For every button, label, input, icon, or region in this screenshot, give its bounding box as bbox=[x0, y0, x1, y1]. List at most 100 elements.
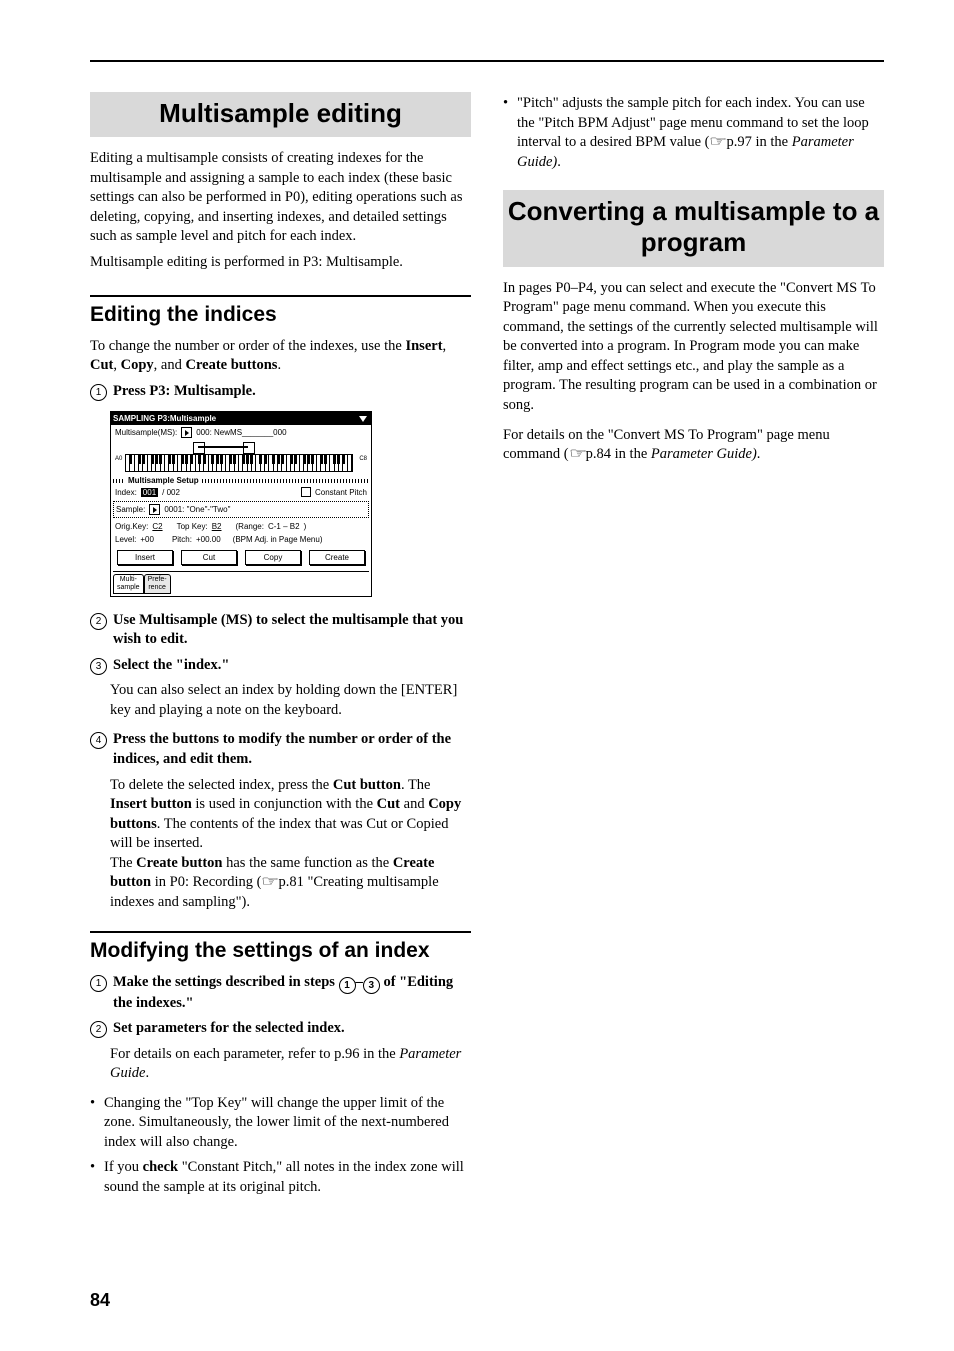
create-button[interactable]: Create bbox=[309, 550, 365, 565]
decoration bbox=[202, 479, 369, 483]
convert-p1: In pages P0–P4, you can select and execu… bbox=[503, 279, 884, 416]
copy-button[interactable]: Copy bbox=[245, 550, 301, 565]
ss-ms-row: Multisample(MS): 000: NewMS_______000 bbox=[111, 425, 371, 440]
crossref-icon: ☞ bbox=[709, 133, 727, 153]
page: Multisample editing Editing a multisampl… bbox=[0, 0, 954, 1351]
text: . bbox=[277, 357, 281, 373]
t: The bbox=[110, 855, 136, 871]
bullet-pitch: "Pitch" adjusts the sample pitch for eac… bbox=[503, 94, 884, 172]
ss-titlebar: SAMPLING P3:Multisample bbox=[111, 412, 371, 425]
index-value[interactable]: 001 bbox=[141, 488, 158, 497]
stepb-2-body: For details on each parameter, refer to … bbox=[110, 1045, 471, 1084]
step-number-icon: 2 bbox=[90, 613, 107, 630]
ss-tab-row: Multi- sample Prefe- rence bbox=[111, 572, 371, 595]
t: If you bbox=[104, 1159, 143, 1175]
t: p.84 in the bbox=[586, 446, 651, 462]
step-text: Press the buttons to modify the number o… bbox=[113, 730, 471, 769]
ss-keyboard[interactable]: A0 C8 bbox=[115, 442, 367, 470]
t: To delete the selected index, press the bbox=[110, 777, 333, 793]
step-2: 2 Use Multisample (MS) to select the mul… bbox=[90, 611, 471, 650]
level-value[interactable]: +00 bbox=[140, 535, 154, 544]
ss-ms-value[interactable]: 000: NewMS_______000 bbox=[196, 428, 286, 437]
pitch-label: Pitch: bbox=[172, 535, 192, 544]
step-text: Press P3: Multisample. bbox=[113, 382, 256, 402]
t: Make the settings described in steps bbox=[113, 974, 339, 990]
step-4: 4 Press the buttons to modify the number… bbox=[90, 730, 471, 769]
section-banner-convert: Converting a multisample to a program bbox=[503, 190, 884, 266]
sample-value[interactable]: 0001: "One"-"Two" bbox=[164, 505, 230, 514]
tab-label: sample bbox=[117, 584, 140, 591]
t: . bbox=[145, 1065, 149, 1081]
tab-label: Prefe- bbox=[148, 576, 167, 583]
t: . bbox=[557, 154, 561, 170]
step-3: 3 Select the "index." bbox=[90, 656, 471, 676]
b: Insert button bbox=[110, 796, 192, 812]
bold: Copy bbox=[121, 357, 154, 373]
convert-p2: For details on the "Convert MS To Progra… bbox=[503, 426, 884, 465]
constant-pitch-checkbox[interactable] bbox=[301, 487, 311, 497]
ss-section-header: Multisample Setup bbox=[111, 474, 371, 485]
b: Cut button bbox=[333, 777, 401, 793]
zone-marker[interactable] bbox=[193, 442, 205, 454]
dropdown-icon[interactable] bbox=[359, 416, 367, 422]
t: . The bbox=[401, 777, 431, 793]
pitch-value[interactable]: +00.00 bbox=[196, 535, 221, 544]
step-number-icon: 3 bbox=[90, 658, 107, 675]
t: . The contents of the index that was Cut… bbox=[110, 816, 448, 852]
step-number-icon: 4 bbox=[90, 732, 107, 749]
bold: Insert bbox=[405, 338, 442, 354]
step-number-icon: 1 bbox=[90, 384, 107, 401]
bold: Cut bbox=[90, 357, 113, 373]
heading-rule bbox=[90, 931, 471, 933]
ref-number-icon: 3 bbox=[363, 977, 380, 994]
popup-icon[interactable] bbox=[149, 504, 160, 515]
ss-ms-label: Multisample(MS): bbox=[115, 428, 177, 437]
banner-title: Multisample editing bbox=[94, 98, 467, 129]
tab-preference[interactable]: Prefe- rence bbox=[144, 574, 171, 593]
text: To change the number or order of the ind… bbox=[90, 338, 405, 354]
b: Create button bbox=[136, 855, 222, 871]
two-column-layout: Multisample editing Editing a multisampl… bbox=[90, 92, 884, 1204]
step-text: Make the settings described in steps 1–3… bbox=[113, 973, 471, 1014]
intro-paragraph-1: Editing a multisample consists of creati… bbox=[90, 149, 471, 247]
kbd-left-label: A0 bbox=[115, 456, 122, 462]
constant-pitch-label: Constant Pitch bbox=[315, 488, 367, 497]
sample-label: Sample: bbox=[116, 505, 145, 514]
zone-marker[interactable] bbox=[243, 442, 255, 454]
ss-button-row: Insert Cut Copy Create bbox=[111, 546, 371, 571]
tab-label: Multi- bbox=[120, 576, 137, 583]
left-column: Multisample editing Editing a multisampl… bbox=[90, 92, 471, 1204]
b: Cut bbox=[377, 796, 400, 812]
banner-title: Converting a multisample to a program bbox=[507, 196, 880, 258]
i: Parameter Guide) bbox=[651, 446, 757, 462]
origkey-value[interactable]: C2 bbox=[152, 522, 162, 531]
crossref-icon: ☞ bbox=[261, 873, 279, 893]
tab-multisample[interactable]: Multi- sample bbox=[113, 574, 144, 593]
heading-modifying-index: Modifying the settings of an index bbox=[90, 939, 471, 963]
t: in P0: Recording ( bbox=[151, 874, 261, 890]
ss-sample-box: Sample: 0001: "One"-"Two" bbox=[113, 501, 369, 518]
heading-editing-indices: Editing the indices bbox=[90, 303, 471, 327]
ss-title-label: SAMPLING P3:Multisample bbox=[113, 414, 216, 423]
popup-icon[interactable] bbox=[181, 427, 192, 438]
insert-button[interactable]: Insert bbox=[117, 550, 173, 565]
step-4-body-1: To delete the selected index, press the … bbox=[110, 776, 471, 913]
cut-button[interactable]: Cut bbox=[181, 550, 237, 565]
ss-title-text: SAMPLING P3:Multisample bbox=[113, 414, 216, 423]
device-screenshot: SAMPLING P3:Multisample Multisample(MS):… bbox=[110, 411, 372, 596]
step-text: Select the "index." bbox=[113, 656, 229, 676]
topkey-value[interactable]: B2 bbox=[212, 522, 222, 531]
stepb-2: 2 Set parameters for the selected index. bbox=[90, 1019, 471, 1039]
t: For details on each parameter, refer to … bbox=[110, 1046, 399, 1062]
t: . bbox=[757, 446, 761, 462]
top-rule bbox=[90, 60, 884, 62]
step-text: Use Multisample (MS) to select the multi… bbox=[113, 611, 471, 650]
tab-label: rence bbox=[148, 584, 166, 591]
t: is used in conjunction with the bbox=[192, 796, 377, 812]
kbd-right-label: C8 bbox=[359, 456, 367, 462]
step-number-icon: 2 bbox=[90, 1021, 107, 1038]
keyboard-graphic[interactable] bbox=[125, 454, 353, 472]
range-end: ) bbox=[304, 522, 307, 531]
bold: Create buttons bbox=[185, 357, 277, 373]
ss-section-title: Multisample Setup bbox=[128, 476, 199, 485]
